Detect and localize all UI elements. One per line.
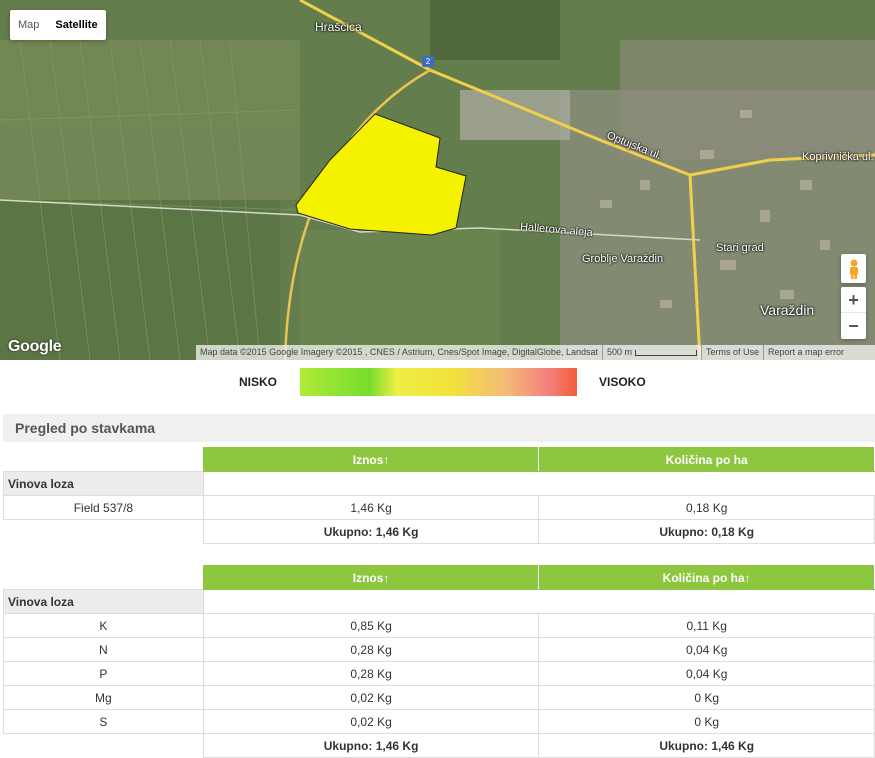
terms-of-use-link[interactable]: Terms of Use: [701, 345, 763, 360]
map-type-control: Map Satellite: [10, 10, 106, 40]
total-kolicina: Ukupno: 0,18 Kg: [538, 519, 875, 544]
row-name: K: [3, 613, 204, 638]
header-iznos[interactable]: Iznos↑: [202, 565, 540, 590]
map-label-stari-grad: Stari grad: [716, 242, 764, 254]
scale-bar-icon: [635, 349, 697, 356]
map-label-varazdin: Varaždin: [760, 302, 815, 318]
header-blank: [3, 447, 204, 472]
row-name: P: [3, 661, 204, 686]
table-row: N 0,28 Kg 0,04 Kg: [3, 637, 875, 662]
nutrient-table: Iznos↑ Količina po ha↑ Vinova loza K 0,8…: [3, 565, 875, 758]
summary-table: Iznos↑ Količina po ha Vinova loza Field …: [3, 447, 875, 544]
map-type-satellite-button[interactable]: Satellite: [47, 10, 105, 40]
zoom-out-button[interactable]: −: [841, 313, 866, 339]
row-kolicina: 0,18 Kg: [538, 495, 875, 520]
header-iznos[interactable]: Iznos↑: [202, 447, 540, 472]
total-blank: [3, 733, 204, 758]
group-label: Vinova loza: [3, 589, 204, 614]
group-filler: [202, 471, 875, 496]
table-row: Mg 0,02 Kg 0 Kg: [3, 685, 875, 710]
header-blank: [3, 565, 204, 590]
map-type-map-button[interactable]: Map: [10, 10, 47, 40]
map-attribution-bar: Map data ©2015 Google Imagery ©2015 , CN…: [196, 345, 875, 360]
color-legend: NISKO VISOKO: [0, 368, 875, 396]
row-kolicina: 0,11 Kg: [538, 613, 875, 638]
map-scale: 500 m: [601, 345, 701, 360]
map-data-attribution: Map data ©2015 Google Imagery ©2015 , CN…: [200, 347, 598, 357]
row-kolicina: 0,04 Kg: [538, 637, 875, 662]
road-number-badge: 2: [422, 56, 434, 67]
table-header-row: Iznos↑ Količina po ha↑: [3, 565, 875, 590]
legend-low-label: NISKO: [239, 375, 278, 389]
row-iznos: 0,02 Kg: [202, 685, 540, 710]
legend-high-label: VISOKO: [599, 375, 646, 389]
row-name: S: [3, 709, 204, 734]
row-iznos: 0,85 Kg: [202, 613, 540, 638]
header-kolicina[interactable]: Količina po ha↑: [538, 565, 875, 590]
row-kolicina: 0,04 Kg: [538, 661, 875, 686]
row-iznos: 0,02 Kg: [202, 709, 540, 734]
header-kolicina[interactable]: Količina po ha: [538, 447, 875, 472]
map-label-hrascica: Hrašćica: [315, 20, 362, 34]
row-iznos: 0,28 Kg: [202, 637, 540, 662]
zoom-in-button[interactable]: +: [841, 287, 866, 313]
row-name: Mg: [3, 685, 204, 710]
total-row: Ukupno: 1,46 Kg Ukupno: 1,46 Kg: [3, 733, 875, 758]
street-view-pegman-button[interactable]: [841, 254, 866, 283]
map-label-koprivnicka: Koprivnička ul.: [802, 151, 874, 163]
google-logo: Google: [8, 338, 62, 355]
group-filler: [202, 589, 875, 614]
group-row: Vinova loza: [3, 471, 875, 496]
report-map-error-link[interactable]: Report a map error: [763, 345, 848, 360]
total-iznos: Ukupno: 1,46 Kg: [202, 733, 540, 758]
map-scale-label: 500 m: [606, 347, 632, 357]
row-iznos: 0,28 Kg: [202, 661, 540, 686]
group-label: Vinova loza: [3, 471, 204, 496]
legend-gradient-bar: [300, 368, 577, 396]
total-kolicina: Ukupno: 1,46 Kg: [538, 733, 875, 758]
table-row: Field 537/8 1,46 Kg 0,18 Kg: [3, 495, 875, 520]
total-row: Ukupno: 1,46 Kg Ukupno: 0,18 Kg: [3, 519, 875, 544]
row-name: Field 537/8: [3, 495, 204, 520]
table-header-row: Iznos↑ Količina po ha: [3, 447, 875, 472]
group-row: Vinova loza: [3, 589, 875, 614]
row-name: N: [3, 637, 204, 662]
table-row: S 0,02 Kg 0 Kg: [3, 709, 875, 734]
zoom-control: + −: [841, 287, 866, 339]
satellite-map[interactable]: Map Satellite Hrašćica Optujska ul. Kopr…: [0, 0, 875, 360]
pegman-icon: [849, 259, 858, 279]
table-row: P 0,28 Kg 0,04 Kg: [3, 661, 875, 686]
map-label-groblje: Groblje Varaždin: [582, 253, 664, 265]
row-iznos: 1,46 Kg: [202, 495, 540, 520]
section-title: Pregled po stavkama: [3, 414, 875, 442]
satellite-imagery: [0, 0, 875, 360]
row-kolicina: 0 Kg: [538, 685, 875, 710]
table-row: K 0,85 Kg 0,11 Kg: [3, 613, 875, 638]
total-iznos: Ukupno: 1,46 Kg: [202, 519, 540, 544]
total-blank: [3, 519, 204, 544]
row-kolicina: 0 Kg: [538, 709, 875, 734]
